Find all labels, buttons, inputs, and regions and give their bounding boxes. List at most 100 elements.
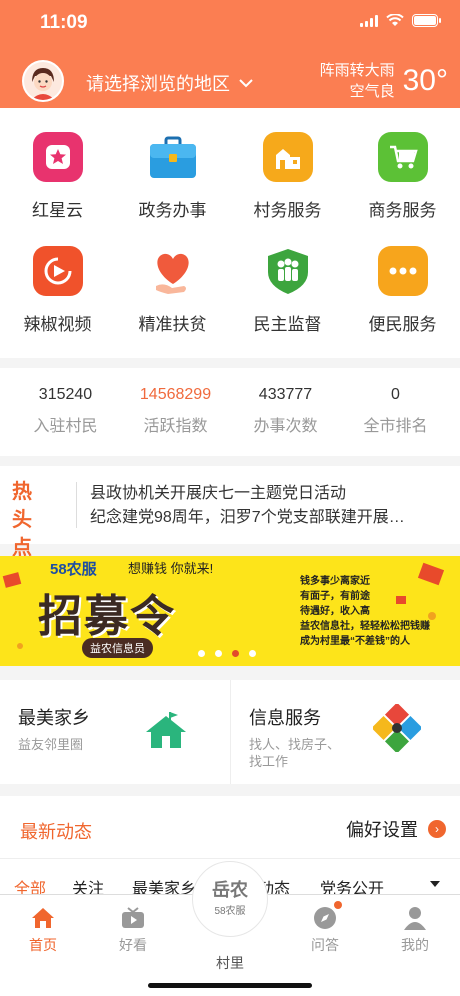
- center-logo: 58农服: [214, 906, 246, 917]
- banner-line: 待遇好，收入高: [300, 606, 370, 617]
- star-icon: [32, 132, 83, 182]
- grid-item-label: 村务服务: [253, 201, 322, 220]
- carousel-dot[interactable]: [215, 650, 222, 657]
- service-grid: 红星云 政务办事 村务服务 商务服务 辣椒视频 精准扶贫 民主监督 便民服务: [0, 108, 460, 358]
- nav-label: 首页: [29, 937, 57, 953]
- stats-bar: 315240 入驻村民 14568299 活跃指数 433777 办事次数 0 …: [0, 368, 460, 456]
- feature-cards: 最美家乡 益友邻里圈 信息服务 找人、找房子、 找工作: [0, 680, 460, 784]
- nav-village-button[interactable]: 岳农 58农服: [192, 861, 268, 937]
- grid-item-village[interactable]: 村务服务: [230, 132, 345, 221]
- stat-ranking: 0 全市排名: [338, 386, 453, 436]
- carousel-dot-active[interactable]: [232, 650, 239, 657]
- news-item[interactable]: 纪念建党98周年，汨罗7个党支部联建开展…: [90, 506, 446, 530]
- nav-haokan[interactable]: 好看: [98, 905, 168, 955]
- play-icon: [32, 246, 83, 296]
- stat-caption: 全市排名: [363, 418, 428, 435]
- notification-dot: [334, 901, 342, 909]
- people-shield-icon: [263, 246, 313, 296]
- recruitment-banner[interactable]: 58农服 想赚钱 你就来! 招募令 益农信息员 钱多事少离家近 有面子，有前途 …: [0, 556, 460, 666]
- banner-logo: 58农服: [50, 561, 97, 578]
- banner-line: 成为村里最“不差钱”的人: [300, 636, 410, 647]
- carousel-dot[interactable]: [249, 650, 256, 657]
- nav-label: 我的: [401, 937, 429, 953]
- card-hometown[interactable]: 最美家乡 益友邻里圈: [0, 680, 230, 784]
- divider: [76, 482, 77, 528]
- more-icon: [377, 246, 428, 296]
- weather-widget[interactable]: 阵雨转大雨 空气良 30°: [320, 60, 448, 102]
- status-bar: 11:09: [0, 0, 460, 46]
- chevron-right-icon: ›: [428, 820, 446, 838]
- latest-title: 最新动态: [20, 822, 92, 842]
- signal-icon: [360, 14, 378, 27]
- grid-item-poverty[interactable]: 精准扶贫: [115, 246, 230, 335]
- stat-caption: 办事次数: [253, 418, 318, 435]
- nav-label: 问答: [311, 937, 339, 953]
- grid-item-label: 便民服务: [368, 315, 437, 334]
- card-info-service[interactable]: 信息服务 找人、找房子、 找工作: [231, 680, 460, 784]
- chevron-down-icon: [239, 79, 253, 88]
- avatar[interactable]: [22, 60, 64, 102]
- heart-hand-icon: [148, 246, 198, 296]
- nav-label: 好看: [119, 937, 147, 953]
- carousel-dot[interactable]: [198, 650, 205, 657]
- latest-header: 最新动态 偏好设置 ›: [0, 796, 460, 858]
- compass-icon: [314, 907, 336, 929]
- stat-residents: 315240 入驻村民: [8, 386, 123, 436]
- stat-value: 433777: [258, 386, 313, 403]
- home-icon: [32, 908, 54, 928]
- house-icon: [146, 712, 186, 748]
- grid-item-business[interactable]: 商务服务: [345, 132, 460, 221]
- grid-item-supervision[interactable]: 民主监督: [230, 246, 345, 335]
- hot-news-tag-top: 热 头: [12, 481, 42, 531]
- stat-transactions: 433777 办事次数: [228, 386, 343, 436]
- region-label: 请选择浏览的地区: [86, 74, 230, 94]
- banner-line: 益农信息社，轻轻松松把钱赚: [300, 621, 430, 632]
- briefcase-icon: [148, 132, 198, 182]
- grid-item-label: 红星云: [32, 201, 83, 220]
- banner-line: 钱多事少离家近: [300, 576, 370, 587]
- nav-label: 村里: [216, 955, 244, 971]
- banner-headline: 招募令: [38, 592, 176, 641]
- headline-news[interactable]: 热 头 点 条 县政协机关开展庆七一主题党日活动 纪念建党98周年，汨罗7个党支…: [0, 466, 460, 587]
- region-selector[interactable]: 请选择浏览的地区: [86, 70, 254, 96]
- nav-home[interactable]: 首页: [8, 905, 78, 955]
- weather-condition: 阵雨转大雨: [319, 62, 395, 79]
- stat-activity: 14568299 活跃指数: [118, 386, 233, 436]
- air-quality: 空气良: [349, 83, 395, 100]
- preference-settings[interactable]: 偏好设置 ›: [346, 816, 446, 842]
- bottom-nav: 首页 好看 岳农 58农服 村里 问答 我的: [0, 861, 460, 996]
- status-time: 11:09: [40, 12, 88, 33]
- battery-icon: [412, 14, 441, 27]
- center-title: 岳农: [212, 880, 248, 900]
- grid-item-hongxingyun[interactable]: 红星云: [0, 132, 115, 221]
- card-title: 最美家乡: [18, 708, 90, 728]
- village-icon: [262, 132, 313, 182]
- banner-copy: 钱多事少离家近 有面子，有前途 待遇好，收入高 益农信息社，轻轻松松把钱赚 成为…: [300, 574, 430, 649]
- tv-icon: [122, 907, 144, 928]
- nav-qa[interactable]: 问答: [290, 901, 360, 955]
- grid-item-government[interactable]: 政务办事: [115, 132, 230, 221]
- stat-value: 0: [391, 386, 400, 403]
- system-icons: [360, 14, 441, 27]
- card-subtitle: 益友邻里圈: [18, 737, 84, 752]
- grid-item-label: 精准扶贫: [138, 315, 207, 334]
- cart-icon: [377, 132, 428, 182]
- news-item[interactable]: 县政协机关开展庆七一主题党日活动: [90, 482, 446, 506]
- news-list: 县政协机关开展庆七一主题党日活动 纪念建党98周年，汨罗7个党支部联建开展…: [90, 482, 446, 530]
- preference-label: 偏好设置: [346, 820, 418, 840]
- grid-item-label: 商务服务: [368, 201, 437, 220]
- wifi-icon: [386, 14, 404, 26]
- compass-diamond-icon: [373, 704, 421, 752]
- grid-item-label: 辣椒视频: [23, 315, 92, 334]
- nav-mine[interactable]: 我的: [380, 905, 450, 955]
- stat-value: 14568299: [139, 386, 212, 403]
- grid-item-video[interactable]: 辣椒视频: [0, 246, 115, 335]
- grid-item-label: 政务办事: [138, 201, 207, 220]
- home-indicator: [148, 983, 312, 988]
- grid-item-convenience[interactable]: 便民服务: [345, 246, 460, 335]
- card-subtitle-line: 找工作: [249, 754, 289, 769]
- carousel-dots[interactable]: [198, 650, 256, 657]
- grid-item-label: 民主监督: [253, 315, 322, 334]
- banner-slogan: 想赚钱 你就来!: [128, 561, 214, 576]
- caret-down-icon[interactable]: [430, 881, 440, 887]
